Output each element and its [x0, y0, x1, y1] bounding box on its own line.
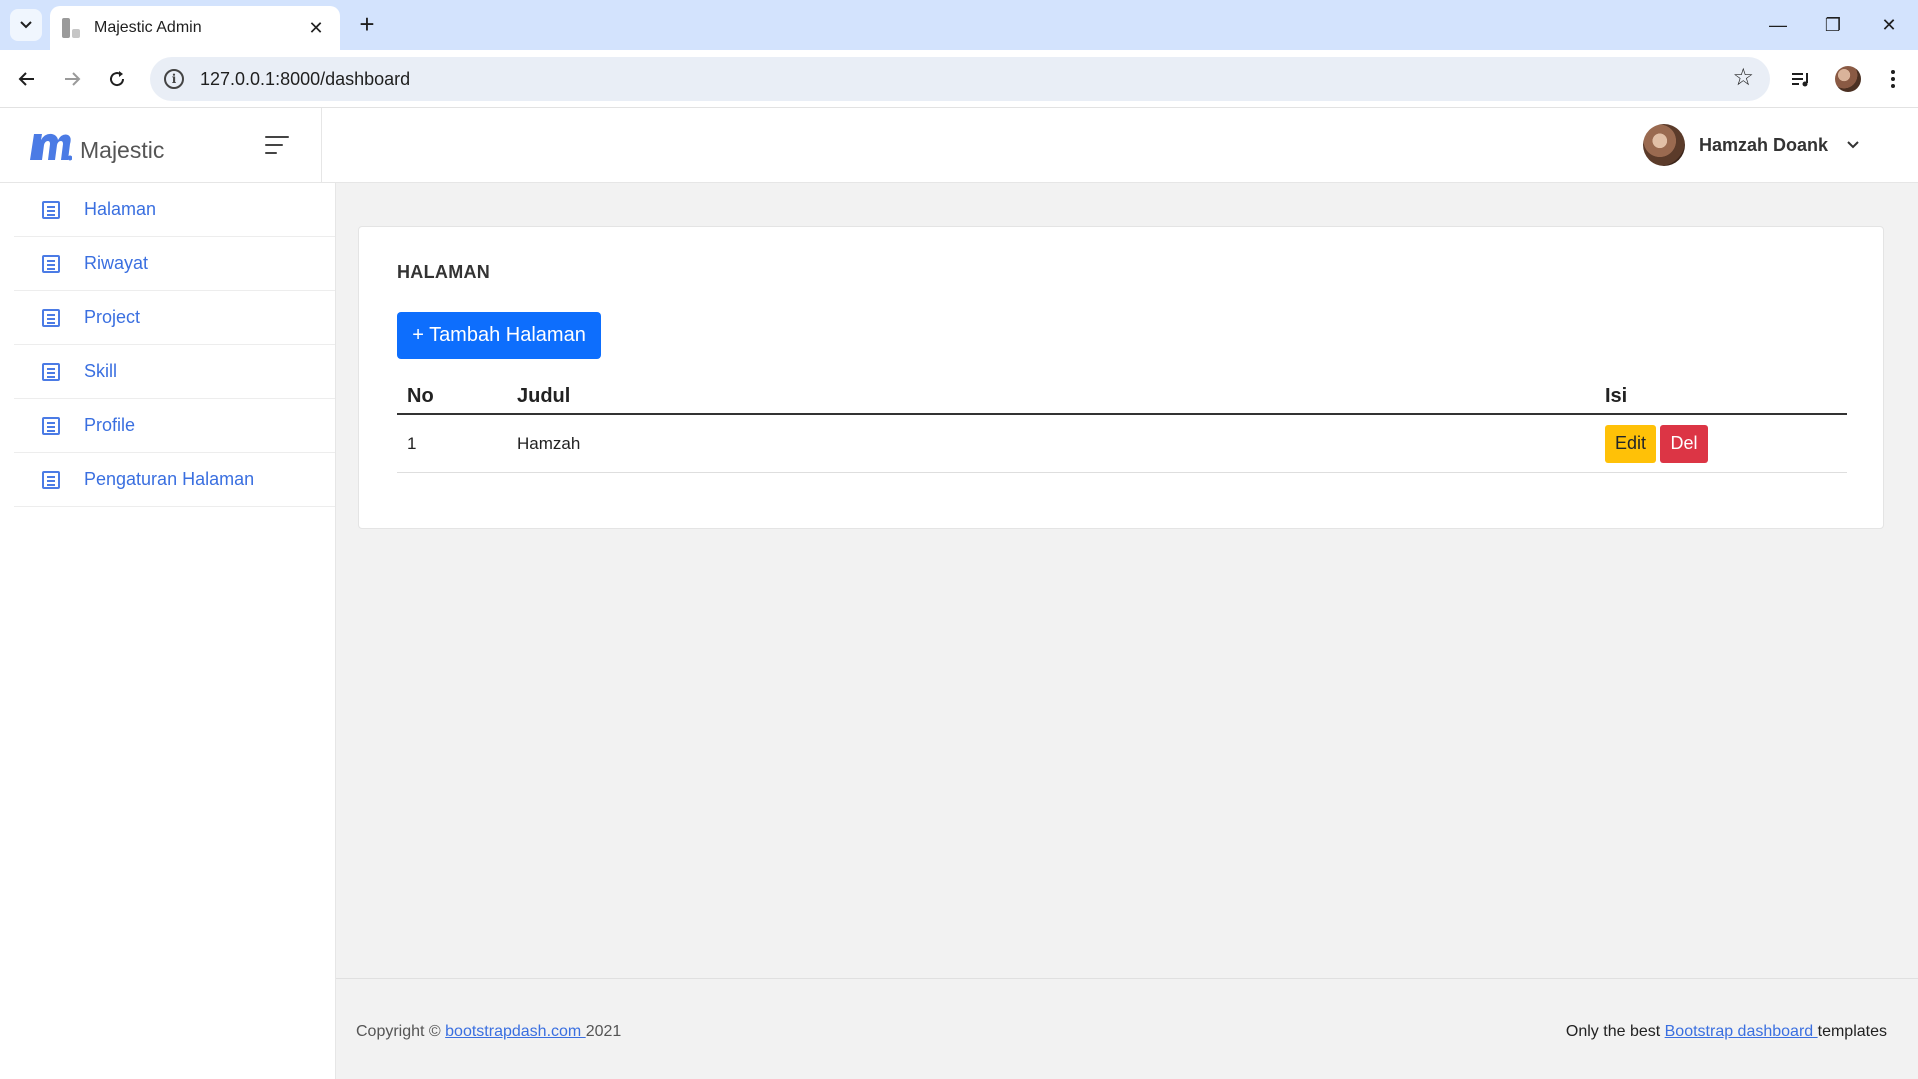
browser-toolbar: i 127.0.0.1:8000/dashboard ☆: [0, 50, 1918, 108]
site-info-icon[interactable]: i: [164, 69, 184, 89]
document-icon: [42, 200, 60, 219]
footer-tagline: Only the best Bootstrap dashboard templa…: [1566, 1023, 1887, 1041]
tab-close-icon[interactable]: ✕: [304, 18, 328, 39]
brand-name: Majestic: [80, 137, 165, 163]
main-content: HALAMAN + Tambah Halaman No Judul Isi 1 …: [336, 183, 1918, 1079]
sidebar-item-label: Riwayat: [84, 253, 149, 273]
profile-button[interactable]: [1833, 64, 1863, 94]
user-name: Hamzah Doank: [1698, 134, 1828, 155]
avatar: [1642, 124, 1685, 166]
arrow-right-icon: [65, 72, 81, 86]
playlist-icon: [1792, 73, 1808, 87]
sidebar-toggle-icon[interactable]: [265, 136, 289, 154]
column-header-no: No: [407, 384, 434, 407]
halaman-card: HALAMAN + Tambah Halaman No Judul Isi 1 …: [358, 226, 1884, 529]
app-navbar: Majestic Hamzah Doank: [0, 108, 1918, 183]
majestic-logo-icon: [30, 133, 72, 161]
document-icon: [42, 362, 60, 381]
sidebar-item-label: Halaman: [84, 199, 157, 219]
column-header-isi: Isi: [1605, 384, 1628, 407]
tab-title: Majestic Admin: [94, 19, 202, 36]
sidebar-item-label: Project: [84, 307, 141, 327]
address-bar[interactable]: i 127.0.0.1:8000/dashboard ☆: [150, 57, 1770, 101]
sidebar: Halaman Riwayat Project Skill Profile Pe…: [0, 183, 336, 1079]
column-header-judul: Judul: [517, 384, 571, 407]
reload-button[interactable]: [102, 64, 132, 94]
brand-area: Majestic: [0, 108, 322, 183]
bootstrap-dashboard-link[interactable]: Bootstrap dashboard: [1665, 1023, 1818, 1040]
minimize-button[interactable]: —: [1758, 10, 1798, 40]
footer: Copyright © bootstrapdash.com 2021 Only …: [336, 978, 1918, 1079]
browser-menu-button[interactable]: [1878, 64, 1908, 94]
tagline-prefix: Only the best: [1565, 1023, 1665, 1040]
tab-favicon-icon: [62, 18, 82, 38]
bootstrapdash-link[interactable]: bootstrapdash.com: [445, 1023, 586, 1040]
chevron-down-icon: [20, 21, 32, 29]
document-icon: [42, 308, 60, 327]
back-button[interactable]: [12, 64, 42, 94]
more-vert-icon: [1891, 70, 1895, 88]
sidebar-item-project[interactable]: Project: [14, 291, 335, 345]
sidebar-item-skill[interactable]: Skill: [14, 345, 335, 399]
edit-button[interactable]: Edit: [1605, 424, 1656, 463]
page-title: HALAMAN: [397, 262, 491, 282]
table-row: 1 Hamzah Edit Del: [397, 415, 1847, 473]
sidebar-item-label: Skill: [84, 361, 118, 381]
document-icon: [42, 470, 60, 489]
document-icon: [42, 254, 60, 273]
bookmark-star-icon[interactable]: ☆: [1732, 66, 1754, 90]
copyright-year: 2021: [585, 1023, 622, 1040]
reload-icon: [110, 71, 125, 87]
table-header: No Judul Isi: [397, 379, 1847, 415]
sidebar-item-profile[interactable]: Profile: [14, 399, 335, 453]
add-halaman-button[interactable]: + Tambah Halaman: [397, 312, 601, 359]
halaman-table: No Judul Isi 1 Hamzah Edit Del: [397, 379, 1847, 473]
cell-judul: Hamzah: [517, 433, 581, 453]
browser-tab-strip: Majestic Admin ✕ + — ❐ ✕: [0, 0, 1918, 50]
sidebar-item-riwayat[interactable]: Riwayat: [14, 237, 335, 291]
cell-actions: Edit Del: [1605, 424, 1847, 463]
address-url[interactable]: 127.0.0.1:8000/dashboard: [200, 69, 410, 90]
sidebar-item-pengaturan-halaman[interactable]: Pengaturan Halaman: [14, 453, 335, 507]
restore-button[interactable]: ❐: [1813, 10, 1853, 40]
profile-avatar: [1835, 66, 1861, 92]
tagline-suffix: templates: [1817, 1023, 1887, 1040]
forward-button[interactable]: [57, 64, 87, 94]
media-control-button[interactable]: [1786, 64, 1816, 94]
new-tab-button[interactable]: +: [352, 10, 382, 40]
document-icon: [42, 416, 60, 435]
tab-search-button[interactable]: [10, 9, 42, 41]
chevron-down-icon: [1847, 141, 1859, 149]
cell-no: 1: [407, 433, 417, 453]
close-window-button[interactable]: ✕: [1869, 10, 1909, 40]
sidebar-item-label: Profile: [84, 415, 136, 435]
browser-tab[interactable]: Majestic Admin ✕: [50, 6, 340, 50]
footer-copyright: Copyright © bootstrapdash.com 2021: [356, 1023, 621, 1041]
copyright-prefix: Copyright ©: [356, 1023, 446, 1040]
sidebar-item-label: Pengaturan Halaman: [84, 469, 255, 489]
user-menu[interactable]: Hamzah Doank: [1642, 124, 1860, 166]
brand-logo[interactable]: Majestic: [28, 130, 165, 163]
arrow-left-icon: [18, 72, 34, 86]
sidebar-item-halaman[interactable]: Halaman: [14, 183, 335, 237]
delete-button[interactable]: Del: [1660, 424, 1708, 463]
